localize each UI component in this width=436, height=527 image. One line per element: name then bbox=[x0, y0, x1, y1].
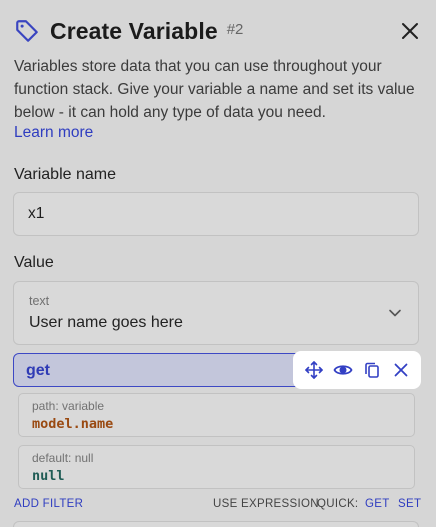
copy-icon[interactable] bbox=[362, 360, 382, 380]
step-badge: #2 bbox=[226, 20, 244, 38]
close-icon[interactable] bbox=[400, 21, 420, 41]
filter-param-path[interactable]: path: variable model.name bbox=[18, 393, 415, 437]
tag-icon bbox=[16, 20, 38, 42]
chevron-down-icon[interactable] bbox=[388, 306, 402, 320]
filter-name: get bbox=[26, 362, 50, 379]
create-variable-panel: Create Variable #2 Variables store data … bbox=[0, 0, 436, 527]
param-label: path: variable bbox=[32, 399, 105, 413]
variable-name-label: Variable name bbox=[14, 166, 116, 183]
value-input[interactable]: text User name goes here bbox=[13, 281, 419, 345]
next-section-edge bbox=[13, 521, 419, 527]
filter-param-default[interactable]: default: null null bbox=[18, 445, 415, 489]
add-filter-button[interactable]: ADD FILTER bbox=[14, 498, 83, 510]
value-label: Value bbox=[14, 254, 54, 271]
value-text: User name goes here bbox=[29, 314, 183, 331]
page-title: Create Variable bbox=[50, 17, 218, 44]
remove-icon[interactable] bbox=[391, 360, 411, 380]
param-value: model.name bbox=[32, 416, 114, 432]
eye-icon[interactable] bbox=[332, 360, 353, 380]
quick-set-button[interactable]: SET bbox=[398, 498, 421, 510]
variable-name-input[interactable]: x1 bbox=[13, 192, 419, 236]
quick-label: QUICK: bbox=[317, 498, 359, 510]
param-label: default: null bbox=[32, 451, 94, 465]
value-type-label: text bbox=[29, 294, 50, 308]
panel-header: Create Variable #2 bbox=[14, 16, 424, 46]
use-expression-button[interactable]: USE EXPRESSION bbox=[213, 498, 319, 510]
param-value: null bbox=[32, 468, 65, 484]
filter-row[interactable]: get bbox=[13, 351, 421, 389]
move-icon[interactable] bbox=[304, 360, 324, 380]
filter-actions bbox=[293, 351, 421, 389]
filter-footer: ADD FILTER USE EXPRESSION QUICK: GET SET bbox=[14, 498, 421, 512]
description-text: Variables store data that you can use th… bbox=[14, 58, 415, 121]
quick-get-button[interactable]: GET bbox=[365, 498, 390, 510]
learn-more-link[interactable]: Learn more bbox=[14, 124, 93, 142]
